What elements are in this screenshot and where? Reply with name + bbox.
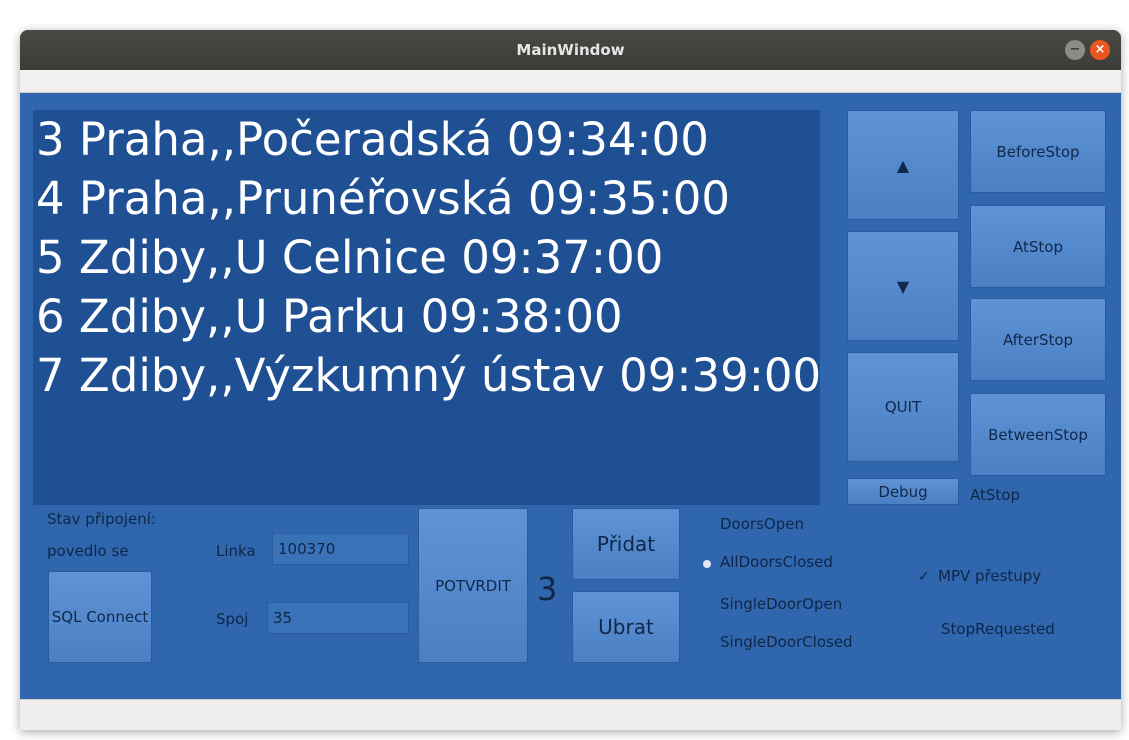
stop-row[interactable]: 7 Zdiby,,Výzkumný ústav 09:39:00 (33, 346, 820, 405)
stop-row[interactable]: 5 Zdiby,,U Celnice 09:37:00 (33, 228, 820, 287)
between-stop-button[interactable]: BetweenStop (970, 393, 1106, 476)
before-stop-button[interactable]: BeforeStop (970, 110, 1106, 193)
linka-field[interactable]: 100370 (272, 533, 409, 565)
current-state-label: AtStop (970, 486, 1020, 504)
at-stop-button[interactable]: AtStop (970, 205, 1106, 288)
minimize-icon[interactable]: − (1065, 40, 1085, 60)
radio-doors-open[interactable]: DoorsOpen (720, 515, 804, 533)
stop-row[interactable]: 6 Zdiby,,U Parku 09:38:00 (33, 287, 820, 346)
add-button[interactable]: Přidat (572, 508, 680, 580)
spoj-label: Spoj (216, 610, 249, 628)
status-bar (20, 699, 1121, 730)
scroll-down-button[interactable]: ▼ (847, 231, 959, 341)
stop-row[interactable]: 4 Praha,,Prunéřovská 09:35:00 (33, 169, 820, 228)
title-bar: MainWindow − × (20, 30, 1121, 70)
checkbox-check-icon: ✓ (918, 569, 930, 585)
remove-button[interactable]: Ubrat (572, 591, 680, 663)
debug-button[interactable]: Debug (847, 478, 959, 505)
after-stop-button[interactable]: AfterStop (970, 298, 1106, 381)
stop-requested-checkbox[interactable]: StopRequested (941, 620, 1055, 638)
quit-button[interactable]: QUIT (847, 352, 959, 462)
sql-connect-button[interactable]: SQL Connect (48, 571, 152, 663)
radio-all-doors-closed[interactable]: AllDoorsClosed (720, 553, 833, 571)
stop-list[interactable]: 3 Praha,,Počeradská 09:34:00 4 Praha,,Pr… (33, 110, 820, 505)
confirm-button[interactable]: POTVRDIT (418, 508, 528, 663)
arrow-down-icon: ▼ (896, 276, 910, 296)
radio-selected-icon (703, 560, 711, 568)
counter-value: 3 (537, 570, 558, 608)
radio-single-door-open[interactable]: SingleDoorOpen (720, 595, 842, 613)
connection-status-label: Stav připojení: (47, 510, 156, 528)
arrow-up-icon: ▲ (896, 155, 910, 175)
window-title: MainWindow (516, 41, 625, 59)
scroll-up-button[interactable]: ▲ (847, 110, 959, 220)
radio-single-door-closed[interactable]: SingleDoorClosed (720, 633, 853, 651)
menu-bar (20, 70, 1121, 93)
connection-status-value: povedlo se (47, 542, 129, 560)
mpv-transfers-checkbox[interactable]: MPV přestupy (938, 567, 1041, 585)
close-icon[interactable]: × (1090, 40, 1110, 60)
spoj-field[interactable]: 35 (267, 602, 409, 634)
stop-row[interactable]: 3 Praha,,Počeradská 09:34:00 (33, 110, 820, 169)
linka-label: Linka (216, 542, 256, 560)
main-window: MainWindow − × 3 Praha,,Počeradská 09:34… (20, 30, 1121, 730)
